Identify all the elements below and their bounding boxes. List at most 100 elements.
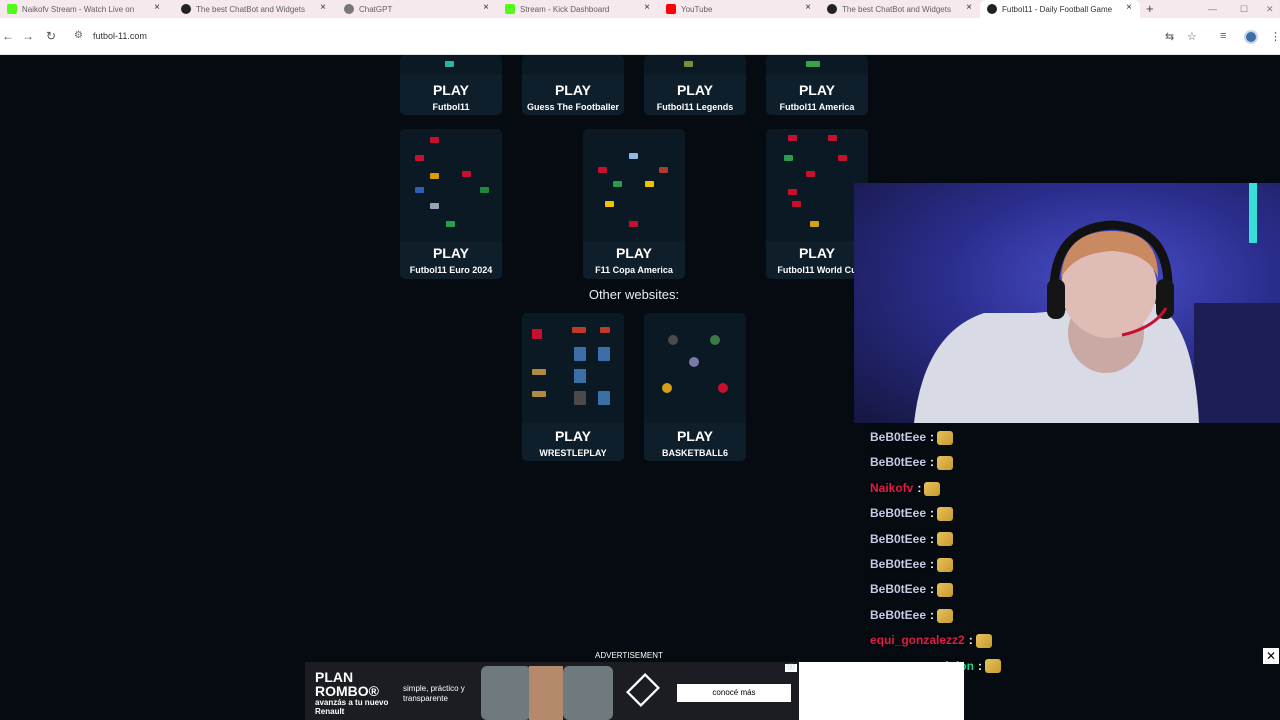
tab-chatbot-2[interactable]: The best ChatBot and Widgets × — [820, 0, 980, 18]
ad-info-icon[interactable]: ⓘ — [785, 664, 797, 672]
chat-username[interactable]: Naikofv — [870, 481, 913, 495]
close-icon[interactable]: × — [805, 2, 811, 13]
close-icon[interactable]: × — [320, 2, 326, 13]
chat-separator: : — [930, 430, 935, 444]
chat-username[interactable]: BeB0tEee — [870, 608, 926, 622]
game-thumbnail — [644, 55, 746, 75]
chat-username[interactable]: BeB0tEee — [870, 557, 926, 571]
game-title: Futbol11 Euro 2024 — [409, 265, 493, 275]
play-label: PLAY — [432, 245, 470, 261]
reload-icon[interactable]: ↻ — [46, 29, 56, 43]
play-label: PLAY — [615, 245, 653, 261]
game-card-guess-the-footballer[interactable]: PLAY Guess The Footballer — [522, 55, 624, 115]
play-label: PLAY — [676, 82, 714, 98]
site-thumbnail — [522, 313, 624, 423]
chat-username[interactable]: equi_gonzalezz2 — [870, 633, 965, 647]
close-icon[interactable]: × — [966, 2, 972, 13]
site-card-basketball6[interactable]: PLAY BASKETBALL6 — [644, 313, 746, 461]
play-label: PLAY — [676, 428, 714, 444]
chat-message: BeB0tEee: — [870, 430, 954, 450]
emote-icon — [937, 532, 954, 547]
emote-icon — [937, 456, 954, 471]
url-field[interactable]: ⚙ futbol-11.com — [66, 25, 1156, 49]
media-control-icon[interactable]: ≡ — [1220, 30, 1226, 42]
new-tab-button[interactable]: + — [1146, 0, 1154, 18]
game-thumbnail — [400, 129, 502, 241]
play-label: PLAY — [798, 82, 836, 98]
github-icon — [827, 4, 837, 14]
back-icon[interactable]: ← — [2, 29, 14, 43]
ad-cta-button[interactable]: conocé más — [677, 684, 791, 702]
game-card-futbol11[interactable]: PLAY Futbol11 — [400, 55, 502, 115]
address-bar: ← → ↻ ⚙ futbol-11.com ⇆ ☆ ≡ ⋮ — [0, 18, 1280, 55]
chat-username[interactable]: BeB0tEee — [870, 430, 926, 444]
tab-title: YouTube — [681, 4, 713, 14]
game-title: Futbol11 Legends — [656, 102, 734, 112]
tab-kick-dashboard[interactable]: Stream - Kick Dashboard × — [498, 0, 658, 18]
futbol11-icon — [987, 4, 997, 14]
tab-chatgpt[interactable]: ChatGPT × — [337, 0, 497, 18]
site-card-wrestleplay[interactable]: PLAY WRESTLEPLAY — [522, 313, 624, 461]
bookmark-star-icon[interactable]: ☆ — [1187, 30, 1197, 43]
tab-title: The best ChatBot and Widgets — [842, 4, 951, 14]
chat-separator: : — [930, 531, 935, 546]
emote-icon — [924, 481, 941, 496]
minimize-icon[interactable]: — — [1208, 0, 1217, 18]
emote-icon — [937, 608, 954, 623]
tab-naikofv[interactable]: Naikofv Stream - Watch Live on × — [0, 0, 168, 18]
game-card-futbol11-euro-2024[interactable]: PLAY Futbol11 Euro 2024 — [400, 129, 502, 279]
game-title: Futbol11 America — [779, 102, 855, 112]
tab-title: ChatGPT — [359, 4, 393, 14]
emote-icon — [937, 430, 954, 445]
ad-blank-area — [799, 662, 964, 720]
tab-futbol11[interactable]: Futbol11 - Daily Football Game × — [980, 0, 1140, 18]
emote-icon — [985, 659, 1001, 674]
game-thumbnail — [766, 129, 868, 241]
ad-person-image — [529, 666, 563, 720]
game-title: Guess The Footballer — [526, 102, 620, 112]
window-close-icon[interactable]: ✕ — [1266, 0, 1274, 18]
ad-phone-image — [563, 666, 613, 720]
chat-message: equi_gonzalezz2: — [870, 633, 992, 653]
chat-username[interactable]: BeB0tEee — [870, 506, 926, 520]
close-icon[interactable]: × — [483, 2, 489, 13]
menu-icon[interactable]: ⋮ — [1270, 30, 1280, 43]
game-card-f11-copa-america[interactable]: PLAY F11 Copa America — [583, 129, 685, 279]
ad-subline: avanzás a tu nuevo Renault — [315, 698, 389, 716]
ad-banner[interactable]: PLAN ROMBO® avanzás a tu nuevo Renault s… — [305, 662, 799, 720]
ad-close-icon[interactable]: ✕ — [1263, 648, 1279, 664]
ad-label: ADVERTISEMENT — [595, 651, 663, 660]
site-title: WRESTLEPLAY — [539, 448, 607, 458]
game-thumbnail — [583, 129, 685, 241]
chatgpt-icon — [344, 4, 354, 14]
close-icon[interactable]: × — [1126, 2, 1132, 13]
chat-username[interactable]: BeB0tEee — [870, 532, 926, 546]
play-label: PLAY — [798, 245, 836, 261]
maximize-icon[interactable]: ☐ — [1240, 0, 1248, 18]
chat-message: BeB0tEee: — [870, 607, 954, 628]
chat-username[interactable]: BeB0tEee — [870, 582, 926, 596]
forward-icon[interactable]: → — [22, 29, 34, 43]
profile-avatar[interactable] — [1244, 30, 1258, 44]
tab-chatbot[interactable]: The best ChatBot and Widgets × — [174, 0, 334, 18]
renault-logo-icon — [626, 673, 660, 707]
tab-title: Naikofv Stream - Watch Live on — [22, 4, 135, 14]
tab-youtube[interactable]: YouTube × — [659, 0, 819, 18]
close-icon[interactable]: × — [644, 2, 650, 13]
streamer-silhouette — [914, 183, 1280, 423]
translate-icon[interactable]: ⇆ — [1165, 30, 1174, 43]
chat-separator: : — [930, 607, 935, 622]
chat-message: BeB0tEee: — [870, 455, 954, 475]
game-card-futbol11-world-cup[interactable]: PLAY Futbol11 World Cu — [766, 129, 868, 279]
chat-message: Naikofv: — [870, 481, 941, 501]
chat-separator: : — [968, 633, 973, 648]
close-icon[interactable]: × — [154, 2, 160, 13]
site-info-icon[interactable]: ⚙ — [74, 30, 83, 41]
game-card-futbol11-america[interactable]: PLAY Futbol11 America — [766, 55, 868, 115]
site-thumbnail — [644, 313, 746, 423]
game-card-futbol11-legends[interactable]: PLAY Futbol11 Legends — [644, 55, 746, 115]
chat-username[interactable]: BeB0tEee — [870, 455, 926, 469]
chat-separator: : — [930, 506, 935, 521]
site-title: BASKETBALL6 — [661, 448, 728, 458]
chat-separator: : — [930, 582, 935, 597]
